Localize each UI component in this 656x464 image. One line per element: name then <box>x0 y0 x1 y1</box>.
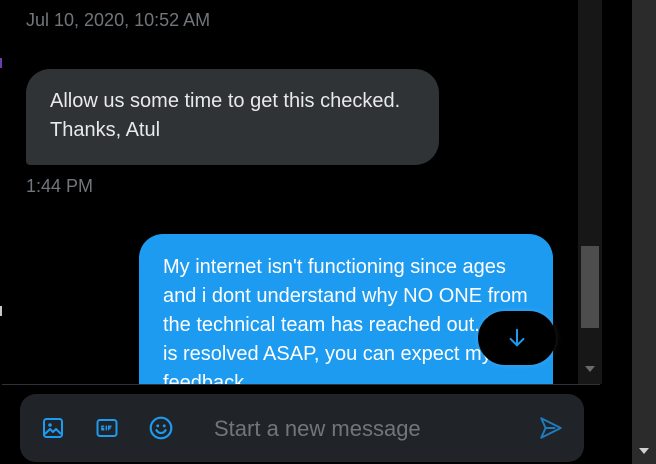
received-message-time: 1:44 PM <box>26 176 94 196</box>
composer-divider <box>2 384 600 385</box>
conversation-scrollbar[interactable] <box>578 0 602 384</box>
received-message-bubble[interactable]: Allow us some time to get this checked. … <box>26 69 439 165</box>
image-icon[interactable] <box>40 415 66 441</box>
emoji-icon[interactable] <box>148 415 174 441</box>
message-input[interactable] <box>212 412 516 446</box>
arrow-down-icon <box>509 328 525 347</box>
window-scroll-down-arrow-icon[interactable] <box>639 448 649 454</box>
scrollbar-thumb[interactable] <box>581 246 599 328</box>
send-icon[interactable] <box>538 415 564 441</box>
scroll-down-arrow-icon[interactable] <box>585 366 595 372</box>
scroll-to-bottom-button[interactable] <box>478 311 556 365</box>
gif-icon[interactable] <box>94 415 120 441</box>
received-message-text: Allow us some time to get this checked. … <box>50 90 401 141</box>
conversation-view: Jul 10, 2020, 10:52 AM Allow us some tim… <box>2 0 578 384</box>
message-composer <box>20 394 584 462</box>
window-scrollbar[interactable] <box>632 0 656 464</box>
date-timestamp: Jul 10, 2020, 10:52 AM <box>26 10 211 30</box>
sent-message-text: My internet isn't functioning since ages… <box>163 256 528 384</box>
spacer <box>602 0 632 464</box>
